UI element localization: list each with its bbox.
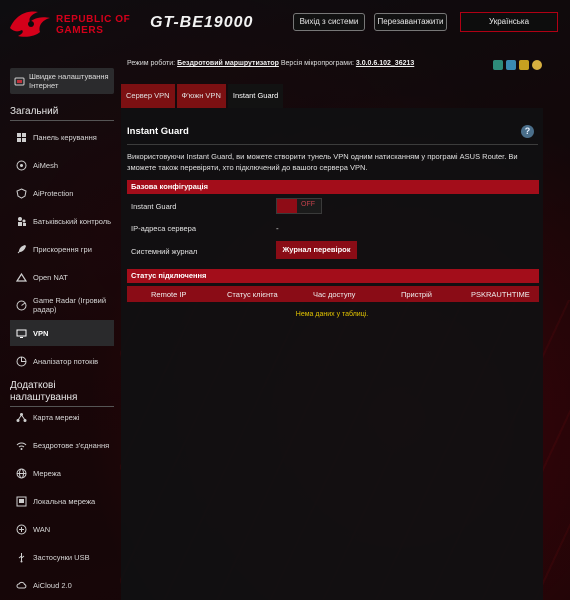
column-client-status: Статус клієнта <box>227 290 278 299</box>
reboot-button[interactable]: Перезавантажити <box>374 13 447 31</box>
parental-icon <box>16 216 27 227</box>
server-ip-label: IP-адреса сервера <box>131 224 196 233</box>
column-device: Пристрій <box>401 290 432 299</box>
server-ip-value: - <box>276 224 279 233</box>
model-name: GT-BE19000 <box>150 14 254 31</box>
brand-line-2: GAMERS <box>56 25 104 36</box>
sidebar-item-label: WAN <box>33 524 51 534</box>
column-pskrauthtime: PSKRAUTHTIME <box>471 290 530 299</box>
status-line: Режим роботи: Бездротовий маршрутизатор … <box>127 60 414 67</box>
network-map-icon <box>16 412 27 423</box>
wan-icon <box>16 524 27 535</box>
sidebar-item-label: Мережа <box>33 468 61 478</box>
brand-line-1: REPUBLIC OF <box>56 14 131 25</box>
mode-link[interactable]: Бездротовий маршрутизатор <box>177 60 279 67</box>
mode-label: Режим роботи: <box>127 60 176 67</box>
basic-config-header: Базова конфігурація <box>127 180 539 194</box>
vpn-tabs: Сервер VPN Ф'южн VPN Instant Guard <box>121 84 285 108</box>
column-access-time: Час доступу <box>313 290 356 299</box>
cloud-icon <box>16 580 27 591</box>
sidebar-item-network[interactable]: Мережа <box>10 460 114 486</box>
nat-icon <box>15 272 28 283</box>
sidebar-item-label: Game Radar (Ігровий радар) <box>33 296 107 314</box>
tab-vpn-server[interactable]: Сервер VPN <box>121 84 175 108</box>
sidebar-item-usb-apps[interactable]: Застосунки USB <box>10 544 114 570</box>
dashboard-icon <box>16 132 27 143</box>
sidebar-item-label: AiCloud 2.0 <box>33 580 72 590</box>
page-title: Instant Guard <box>127 126 189 137</box>
sidebar-item-label: Локальна мережа <box>33 496 96 506</box>
sidebar-item-wireless[interactable]: Бездротове з'єднання <box>10 432 114 458</box>
sidebar-item-game-boost[interactable]: Прискорення гри <box>10 236 114 262</box>
page-description: Використовуючи Instant Guard, ви можете … <box>127 152 518 172</box>
aicloud-status-icon[interactable] <box>519 60 529 70</box>
general-section-title: Загальний <box>10 106 114 121</box>
sidebar-item-aimesh[interactable]: AiMesh <box>10 152 114 178</box>
traffic-icon <box>16 356 27 367</box>
sidebar-item-aicloud[interactable]: AiCloud 2.0 <box>10 572 114 598</box>
check-log-button[interactable]: Журнал перевірок <box>276 241 357 259</box>
sidebar-item-wan[interactable]: WAN <box>10 516 114 542</box>
sidebar-item-label: Батьківський контроль <box>33 216 112 226</box>
rocket-icon <box>16 244 27 255</box>
quick-setup-button[interactable]: Швидке налаштування Інтернет <box>10 68 114 94</box>
title-divider <box>127 144 538 145</box>
sidebar-item-label: Аналізатор потоків <box>33 356 99 366</box>
sidebar-item-game-radar[interactable]: Game Radar (Ігровий радар) <box>10 292 114 318</box>
sidebar-item-label: AiMesh <box>33 160 59 170</box>
syslog-label: Системний журнал <box>131 247 198 256</box>
sidebar-item-label: Панель керування <box>33 132 97 142</box>
instant-guard-label: Instant Guard <box>131 202 177 211</box>
sidebar-item-label: AiProtection <box>33 188 74 198</box>
lan-icon <box>16 496 27 507</box>
sidebar-item-label: Бездротове з'єднання <box>33 440 110 450</box>
sidebar-item-open-nat[interactable]: Open NAT <box>10 264 114 290</box>
settings-status-icon[interactable] <box>532 60 542 70</box>
sidebar-item-label: Прискорення гри <box>33 244 92 254</box>
connection-table-header: Remote IP Статус клієнта Час доступу При… <box>127 286 539 302</box>
main-panel: Instant Guard ? Використовуючи Instant G… <box>121 108 543 600</box>
sidebar-item-parental-controls[interactable]: Батьківський контроль <box>10 208 114 234</box>
toggle-knob <box>277 199 297 213</box>
sidebar-item-label: Застосунки USB <box>33 552 90 562</box>
sidebar-item-vpn[interactable]: VPN <box>10 320 114 346</box>
sidebar-item-lan[interactable]: Локальна мережа <box>10 488 114 514</box>
sidebar-item-aiprotection[interactable]: AiProtection <box>10 180 114 206</box>
usb-icon <box>16 552 27 563</box>
vpn-icon <box>16 328 27 339</box>
tab-vpn-fusion[interactable]: Ф'южн VPN <box>176 84 226 108</box>
quick-setup-label: Швидке налаштування Інтернет <box>29 72 109 90</box>
toggle-state: OFF <box>301 201 315 208</box>
shield-icon <box>16 187 27 199</box>
advanced-section-title: Додаткові налаштування <box>10 380 114 407</box>
status-icons <box>493 60 542 70</box>
usb-status-icon[interactable] <box>506 60 516 70</box>
language-select[interactable]: Українська <box>460 12 558 32</box>
mesh-icon <box>16 160 27 171</box>
sidebar-item-label: VPN <box>33 328 49 338</box>
sidebar-item-label: Карта мережі <box>33 412 80 422</box>
header: REPUBLIC OF GAMERS GT-BE19000 Вихід з си… <box>0 0 570 52</box>
firmware-label: Версія мікропрограми: <box>280 60 354 67</box>
firmware-link[interactable]: 3.0.0.6.102_36213 <box>356 60 414 67</box>
connection-status-header: Статус підключення <box>127 269 539 283</box>
sidebar-item-dashboard[interactable]: Панель керування <box>10 124 114 150</box>
radar-icon <box>16 300 27 311</box>
wireless-icon <box>16 440 27 451</box>
sidebar-item-label: Open NAT <box>33 272 68 282</box>
quick-setup-icon <box>14 76 25 87</box>
sidebar-item-traffic-analyzer[interactable]: Аналізатор потоків <box>10 348 114 374</box>
help-icon[interactable]: ? <box>521 125 534 138</box>
network-status-icon[interactable] <box>493 60 503 70</box>
column-remote-ip: Remote IP <box>151 290 187 299</box>
rog-emblem-icon <box>8 8 52 42</box>
instant-guard-toggle[interactable]: OFF <box>276 198 322 214</box>
globe-icon <box>16 468 27 479</box>
rog-logo[interactable]: REPUBLIC OF GAMERS <box>8 8 130 42</box>
logout-button[interactable]: Вихід з системи <box>293 13 365 31</box>
sidebar-item-network-map[interactable]: Карта мережі <box>10 404 114 430</box>
empty-table-message: Нема даних у таблиці. <box>295 311 369 318</box>
tab-instant-guard[interactable]: Instant Guard <box>227 84 284 108</box>
